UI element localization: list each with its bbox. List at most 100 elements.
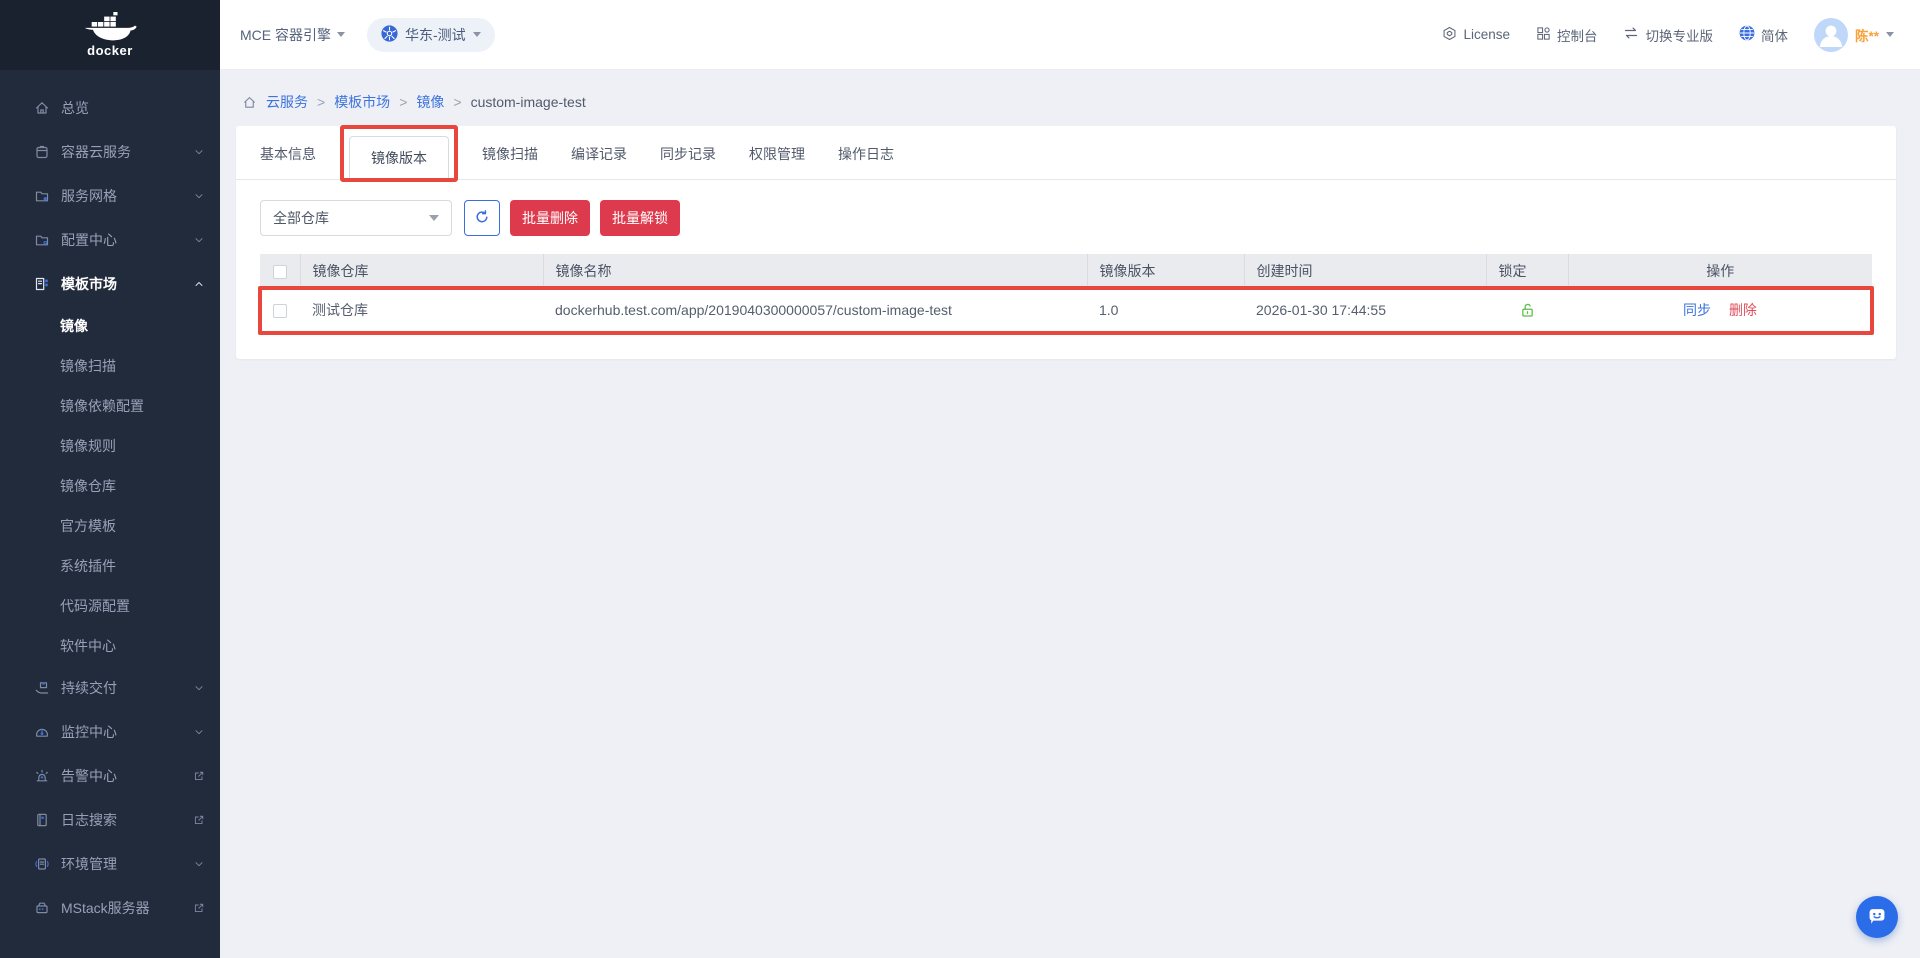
repo-filter-value: 全部仓库 [273,210,329,226]
switch-arrows-icon [1623,26,1639,43]
sidebar-nav: 总览 容器云服务 服务网格 配置中心 模板市场 镜像 镜像扫描 镜像依赖配置 镜… [0,70,220,930]
cell-lock [1486,288,1568,333]
breadcrumb-link-cloud-service[interactable]: 云服务 [266,92,308,112]
chevron-down-icon [192,145,206,159]
cell-actions: 同步 删除 [1568,288,1872,333]
console-link[interactable]: 控制台 [1536,25,1597,45]
docker-whale-icon [83,11,137,45]
tab-image-version[interactable]: 镜像版本 [340,125,458,182]
sidebar-item-continuous-delivery[interactable]: 持续交付 [0,666,220,710]
avatar [1813,17,1848,52]
sidebar-subitem-label: 镜像仓库 [60,478,116,494]
batch-unlock-button[interactable]: 批量解锁 [600,200,680,236]
chat-smiley-icon [1866,905,1888,930]
sidebar-subitem-image-scan[interactable]: 镜像扫描 [0,346,220,386]
sidebar-item-label: 模板市场 [61,276,117,292]
refresh-icon [474,209,490,228]
repo-filter-select[interactable]: 全部仓库 [260,200,452,236]
column-header-created: 创建时间 [1244,254,1487,288]
breadcrumb: 云服务 > 模板市场 > 镜像 > custom-image-test [236,84,1896,126]
sidebar-item-label: 持续交付 [61,680,117,696]
row-checkbox[interactable] [273,303,287,318]
app-root: docker 总览 容器云服务 服务网格 配置中心 模板市场 镜像 镜像扫描 镜… [0,0,1920,958]
product-name: MCE 容器引擎 [240,26,331,43]
chat-support-button[interactable] [1856,896,1898,938]
sidebar-subitem-label: 镜像依赖配置 [60,398,144,414]
column-header-actions: 操作 [1568,254,1872,288]
console-grid-icon [1536,26,1551,44]
sidebar-subitem-label: 系统插件 [60,558,116,574]
sidebar-subitem-image[interactable]: 镜像 [0,306,220,346]
refresh-button[interactable] [464,200,500,236]
language-label: 简体 [1760,28,1788,44]
sidebar-item-template-market[interactable]: 模板市场 [0,262,220,306]
sidebar-item-container-cloud[interactable]: 容器云服务 [0,130,220,174]
breadcrumb-home-icon[interactable] [242,95,257,110]
tab-image-scan[interactable]: 镜像扫描 [482,129,538,179]
sidebar-subitem-official-templates[interactable]: 官方模板 [0,506,220,546]
tab-sync-records[interactable]: 同步记录 [660,129,716,179]
chevron-down-icon [192,681,206,695]
globe-icon [1739,25,1755,44]
breadcrumb-link-image[interactable]: 镜像 [416,92,444,112]
docker-logo-text: docker [87,43,133,58]
column-header-repo: 镜像仓库 [300,254,544,288]
cluster-selector[interactable]: 华东-测试 [367,17,495,52]
sidebar-item-service-mesh[interactable]: 服务网格 [0,174,220,218]
select-all-checkbox[interactable] [272,265,287,280]
cell-version: 1.0 [1087,288,1244,333]
tab-permission-management[interactable]: 权限管理 [749,129,805,179]
unlock-icon[interactable] [1519,302,1536,319]
tab-operation-log[interactable]: 操作日志 [838,129,894,179]
username: 陈** [1854,28,1879,44]
sidebar-item-overview[interactable]: 总览 [0,86,220,130]
sidebar-subitem-image-repo[interactable]: 镜像仓库 [0,466,220,506]
column-header-name: 镜像名称 [543,254,1088,288]
sync-action-link[interactable]: 同步 [1683,302,1711,318]
sidebar-subitem-code-source-config[interactable]: 代码源配置 [0,586,220,626]
tab-basic-info[interactable]: 基本信息 [260,129,316,179]
sidebar-subitem-image-rules[interactable]: 镜像规则 [0,426,220,466]
detail-card: 基本信息 镜像版本 镜像扫描 编译记录 同步记录 权限管理 操作日志 全部仓库 [236,125,1896,359]
switch-pro-link[interactable]: 切换专业版 [1623,25,1713,45]
sidebar-subitem-label: 镜像 [60,318,88,334]
license-link[interactable]: License [1442,26,1510,44]
docker-logo[interactable]: docker [0,0,220,70]
license-label: License [1463,27,1510,42]
chevron-down-icon [192,189,206,203]
caret-down-icon [1886,32,1894,37]
sidebar-item-label: 总览 [61,100,89,116]
sidebar-subitem-label: 软件中心 [60,638,116,654]
delete-action-link[interactable]: 删除 [1729,302,1757,318]
gauge-icon [33,724,50,741]
sidebar: docker 总览 容器云服务 服务网格 配置中心 模板市场 镜像 镜像扫描 镜… [0,0,220,958]
config-folder-icon [33,232,50,249]
sidebar-item-mstack-server[interactable]: MStack服务器 [0,886,220,930]
user-menu[interactable]: 陈** [1813,17,1894,52]
column-header-version: 镜像版本 [1087,254,1245,288]
server-icon [33,900,50,917]
sidebar-item-monitor-center[interactable]: 监控中心 [0,710,220,754]
sidebar-item-label: 监控中心 [61,724,117,740]
batch-delete-button[interactable]: 批量删除 [510,200,590,236]
breadcrumb-separator: > [399,94,408,110]
environment-icon [33,856,50,873]
breadcrumb-link-template-market[interactable]: 模板市场 [334,92,390,112]
tab-build-records[interactable]: 编译记录 [571,129,627,179]
sidebar-subitem-software-center[interactable]: 软件中心 [0,626,220,666]
cluster-name: 华东-测试 [405,26,466,43]
alarm-icon [33,768,50,785]
sidebar-item-log-search[interactable]: 日志搜索 [0,798,220,842]
sidebar-item-config-center[interactable]: 配置中心 [0,218,220,262]
language-switcher[interactable]: 简体 [1739,25,1788,45]
sidebar-item-label: 告警中心 [61,768,117,784]
sidebar-item-label: 配置中心 [61,232,117,248]
sidebar-item-env-management[interactable]: 环境管理 [0,842,220,886]
sidebar-subitem-image-dependency[interactable]: 镜像依赖配置 [0,386,220,426]
container-icon [33,144,50,161]
sidebar-subitem-system-plugins[interactable]: 系统插件 [0,546,220,586]
product-switcher[interactable]: MCE 容器引擎 [240,25,345,45]
sidebar-subitem-label: 镜像扫描 [60,358,116,374]
sidebar-item-alert-center[interactable]: 告警中心 [0,754,220,798]
sidebar-subitem-label: 镜像规则 [60,438,116,454]
